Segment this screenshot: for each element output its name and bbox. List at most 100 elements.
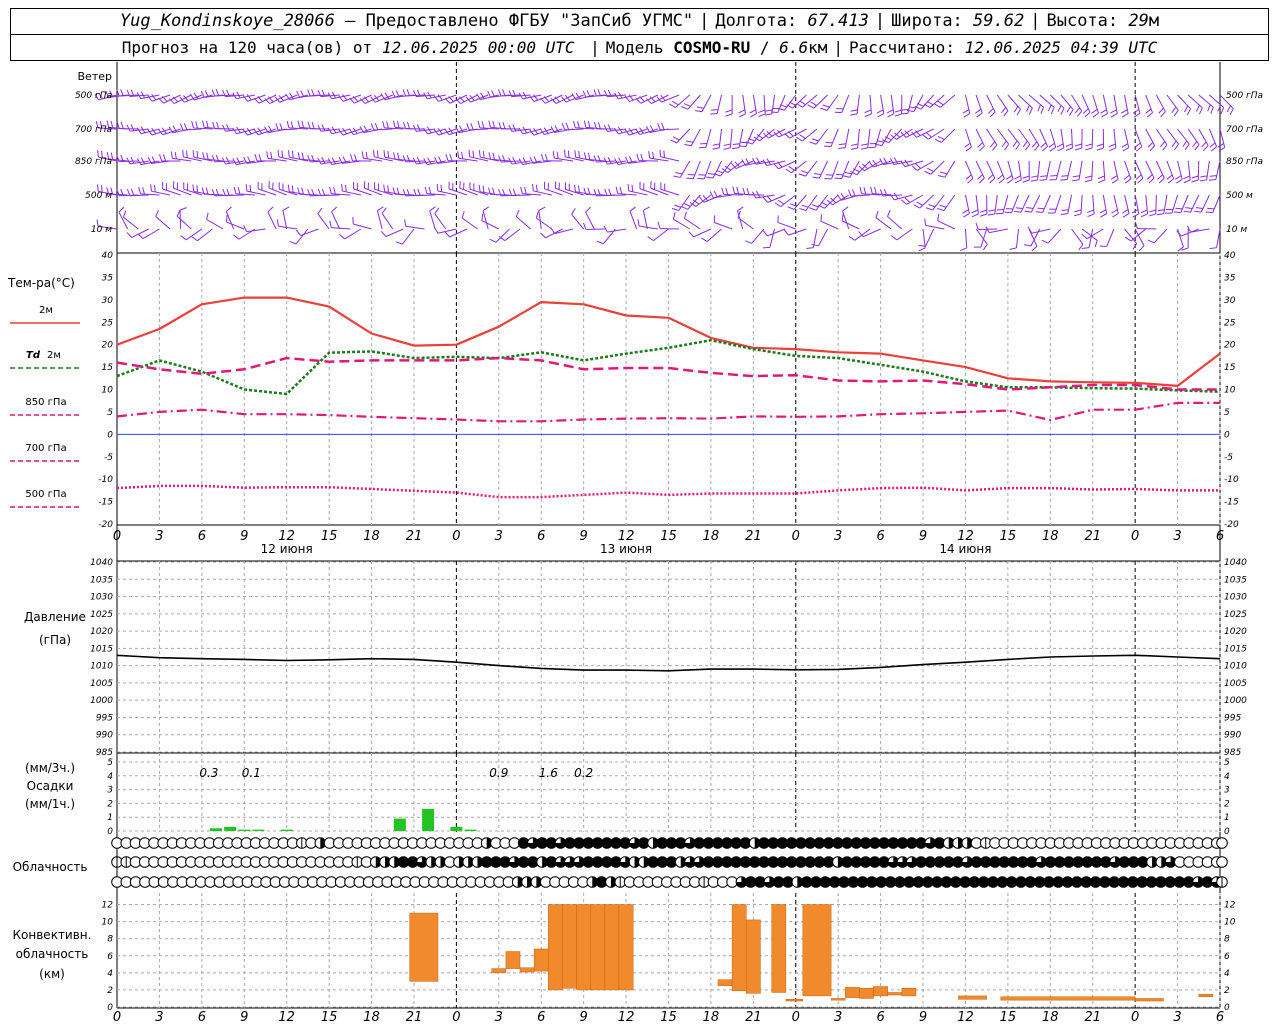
legend-label: 500 гПа <box>25 489 66 500</box>
y-tick-label: 1035 <box>1224 575 1247 585</box>
wind-barb <box>1007 128 1020 151</box>
barb-feather <box>723 143 731 146</box>
barb-shaft <box>1166 128 1179 145</box>
barb-feather <box>960 247 967 252</box>
barb-shaft <box>394 193 414 196</box>
barb-feather <box>270 151 273 159</box>
barb-feather <box>524 186 527 195</box>
wind-barb <box>1194 194 1210 213</box>
hour-tick-label: 9 <box>919 1010 927 1024</box>
wind-barb <box>158 154 181 162</box>
hour-tick-label: 6 <box>537 1010 545 1024</box>
barb-feather <box>1122 213 1130 218</box>
wind-barb <box>457 151 478 162</box>
wind-barb <box>317 124 340 132</box>
y-tick-label: 20 <box>1224 341 1236 351</box>
barb-feather <box>712 147 720 150</box>
wind-barb <box>1121 94 1129 118</box>
barb-feather <box>416 156 421 164</box>
barb-shaft <box>771 94 776 114</box>
wind-barb <box>179 207 187 230</box>
y-tick-label: 2 <box>107 986 113 996</box>
wind-barb <box>434 207 447 230</box>
barb-feather <box>1005 174 1013 180</box>
barb-feather <box>997 174 1004 180</box>
wind-barb <box>1131 194 1140 218</box>
barb-feather <box>383 184 386 192</box>
barb-feather <box>192 150 195 158</box>
barb-shaft <box>922 228 926 248</box>
barb-feather <box>345 184 347 192</box>
barb-feather <box>118 206 125 213</box>
precip-panel-title: Осадки <box>27 779 74 793</box>
barb-feather <box>472 150 475 158</box>
wind-barb <box>489 228 510 243</box>
barb-feather <box>1132 213 1140 218</box>
wind-barb <box>996 94 1009 117</box>
barb-feather <box>296 90 301 98</box>
wind-barb <box>820 94 839 111</box>
wind-barb <box>1060 94 1074 116</box>
barb-feather <box>1025 144 1031 151</box>
wind-barb <box>245 184 266 196</box>
wind-barb <box>987 194 998 216</box>
barb-feather <box>709 191 714 199</box>
wind-barb <box>1030 160 1041 182</box>
barb-feather <box>749 109 757 114</box>
barb-shaft <box>317 213 330 230</box>
wind-barb <box>1187 94 1203 115</box>
barb-feather <box>444 97 451 104</box>
y-tick-label: 5 <box>107 408 113 418</box>
barb-feather <box>1082 108 1089 114</box>
barb-feather <box>971 213 979 218</box>
barb-feather <box>850 113 858 116</box>
wind-barb <box>918 228 926 252</box>
barb-feather <box>520 186 523 194</box>
barb-feather <box>140 91 146 99</box>
barb-feather <box>1009 247 1017 250</box>
barb-feather <box>349 97 355 104</box>
barb-shaft <box>944 160 956 178</box>
wind-barb <box>725 94 733 117</box>
wind-barb <box>1145 160 1155 184</box>
y-tick-label: 1040 <box>1224 558 1247 568</box>
barb-shaft <box>299 193 319 196</box>
barb-feather <box>488 120 491 128</box>
barb-feather <box>922 134 929 140</box>
barb-feather <box>811 204 819 208</box>
barb-feather <box>321 156 326 164</box>
barb-feather <box>603 124 608 132</box>
barb-feather <box>978 177 985 184</box>
barb-feather <box>799 207 807 211</box>
barb-feather <box>423 127 428 135</box>
barb-feather <box>1037 207 1045 210</box>
barb-feather <box>508 124 513 132</box>
barb-feather <box>1015 143 1020 151</box>
wind-barb <box>1097 160 1106 184</box>
barb-feather <box>694 110 703 113</box>
barb-feather <box>684 211 687 219</box>
barb-feather <box>876 109 884 114</box>
conv-panel-title-2: облачность <box>16 947 89 961</box>
wind-barb <box>515 209 531 230</box>
y-tick-label: 35 <box>102 273 114 283</box>
barb-feather <box>502 89 506 96</box>
barb-feather <box>376 150 379 158</box>
barb-feather <box>876 140 885 143</box>
barb-feather <box>120 121 124 129</box>
barb-feather <box>331 206 338 213</box>
barb-shaft <box>925 228 935 247</box>
barb-feather <box>1047 104 1052 112</box>
wind-barb <box>550 227 574 235</box>
barb-feather <box>258 154 262 162</box>
barb-feather <box>597 122 601 130</box>
barb-feather <box>811 138 819 142</box>
wind-barb <box>583 120 605 130</box>
wind-barb <box>700 228 722 242</box>
wind-barb <box>339 228 362 240</box>
hour-tick-label: 9 <box>919 529 927 544</box>
barb-feather <box>670 139 677 144</box>
barb-feather <box>1146 112 1153 118</box>
wind-barb <box>349 154 372 162</box>
barb-feather <box>353 154 358 162</box>
